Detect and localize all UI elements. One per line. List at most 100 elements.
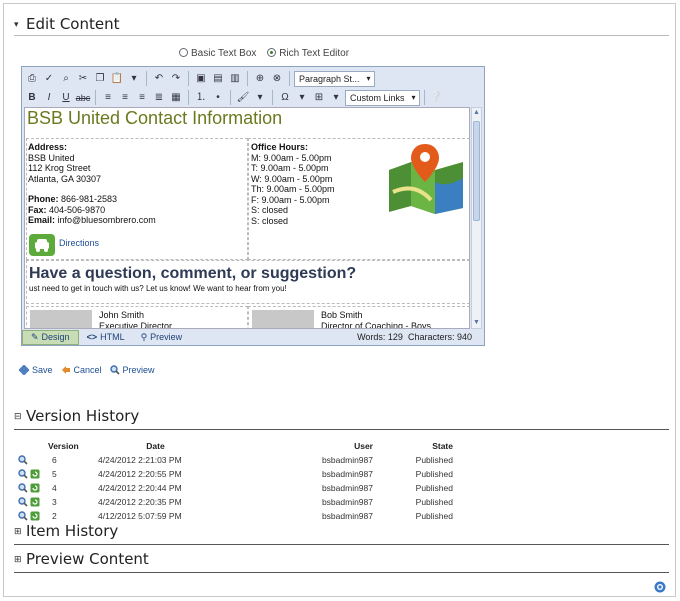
mode-rich-option[interactable]: Rich Text Editor [267,48,349,59]
divider [14,544,669,545]
restore-icon[interactable] [30,497,40,507]
help-icon[interactable] [654,581,666,593]
editor-scrollbar[interactable]: ▲ ▼ [471,107,482,329]
email-label: Email: [28,215,56,225]
hours-line: W: 9.00am - 5.00pm [251,173,333,184]
row-actions [18,495,48,509]
link-icon[interactable]: ⊕ [252,71,268,87]
align-center-icon[interactable]: ≡ [117,90,133,106]
user-cell: bsbadmin987 [321,469,373,479]
strikethrough-icon[interactable]: abc [75,90,91,106]
doc-heading: BSB United Contact Information [27,108,283,128]
divider [14,429,669,430]
magnifier-icon[interactable] [18,469,28,479]
table-dropdown-icon[interactable]: ▾ [328,90,344,106]
print-icon[interactable]: ⎙ [24,71,40,87]
item-history-title[interactable]: ⊞ Item History [14,522,118,540]
magnifier-icon[interactable] [18,497,28,507]
column-header: User [354,441,373,451]
hours-block: Office Hours: M: 9.00am - 5.00pm T: 9.00… [251,142,335,226]
hours-line: Th: 9.00am - 5.00pm [251,184,335,194]
toolbar-separator [423,90,425,105]
redo-icon[interactable]: ↷ [168,71,184,87]
italic-icon[interactable]: I [41,90,57,106]
contact1-block: John Smith Executive Director [99,310,172,328]
address-line: 112 Krog Street [28,163,91,173]
restore-icon[interactable] [30,469,40,479]
directions-link[interactable]: Directions [59,238,99,248]
unlink-icon[interactable]: ⊗ [269,71,285,87]
state-cell: Published [415,469,453,479]
design-tab[interactable]: ✎ Design [22,329,79,345]
format-stripper-dropdown-icon[interactable]: ▾ [252,90,268,106]
preview-tab[interactable]: ⚲ Preview [133,330,191,345]
preview-button[interactable]: Preview [109,365,155,375]
remove-alignment-icon[interactable]: ▦ [168,90,184,106]
expand-icon[interactable]: ⊞ [14,527,24,537]
version-history-table: Version Date User State 6 4/24/2012 2:21:… [18,439,453,523]
collapse-icon[interactable]: ⊟ [14,412,24,422]
fax-label: Fax: [28,204,47,215]
editor-content-area[interactable]: BSB United Contact Information Address: … [24,107,470,329]
radio-basic[interactable] [179,48,188,57]
special-chars-dropdown-icon[interactable]: ▾ [294,90,310,106]
date-cell: 4/24/2012 2:20:44 PM [98,483,182,493]
column-header: Date [146,441,165,451]
find-icon[interactable]: ⌕ [58,71,74,87]
preview-content-title[interactable]: ⊞ Preview Content [14,550,149,568]
scroll-up-icon[interactable]: ▲ [472,108,481,118]
edit-content-title[interactable]: ▾ Edit Content [14,15,119,33]
magnifier-icon[interactable] [18,483,28,493]
magnifier-icon: ⚲ [140,331,148,342]
restore-icon[interactable] [30,483,40,493]
date-cell: 4/24/2012 2:20:55 PM [98,469,182,479]
html-tab[interactable]: <> HTML [79,330,133,345]
cut-icon[interactable]: ✂ [75,71,91,87]
magnifier-icon[interactable] [18,455,28,465]
justify-icon[interactable]: ≣ [151,90,167,106]
expand-icon[interactable]: ⊞ [14,555,24,565]
scroll-down-icon[interactable]: ▼ [472,318,481,328]
restore-icon[interactable] [30,511,40,521]
user-cell: bsbadmin987 [321,483,373,493]
custom-links-dropdown[interactable]: Custom Links [345,89,420,106]
document-manager-icon[interactable]: ▥ [227,71,243,87]
toolbar-separator [247,71,248,86]
scroll-thumb[interactable] [473,121,480,221]
underline-icon[interactable]: U [58,90,74,106]
flash-manager-icon[interactable]: ▤ [210,71,226,87]
paste-icon[interactable]: 📋 [109,71,125,87]
toolbar-separator [146,71,147,86]
format-stripper-icon[interactable]: 🖌 [235,90,251,106]
version-history-title[interactable]: ⊟ Version History [14,407,139,425]
cancel-button[interactable]: Cancel [61,365,102,375]
word-count: Words: 129 Characters: 940 [357,332,472,342]
bullet-list-icon[interactable]: • [210,90,226,106]
magnifier-icon[interactable] [18,511,28,521]
paragraph-style-dropdown[interactable]: Paragraph St... [294,70,375,87]
row-actions [18,453,48,467]
address-line: Atlanta, GA 30307 [28,173,102,184]
help-icon[interactable]: ❔ [429,90,445,106]
radio-rich[interactable] [267,48,277,57]
table-row: 5 4/24/2012 2:20:55 PM bsbadmin987 Publishe… [18,467,453,481]
paste-options-icon[interactable]: ▾ [126,71,142,87]
undo-icon[interactable]: ↶ [151,71,167,87]
save-button[interactable]: Save [19,365,53,375]
map-pin-icon [389,144,463,214]
align-right-icon[interactable]: ≡ [134,90,150,106]
image-manager-icon[interactable]: ▣ [193,71,209,87]
save-icon [19,365,29,375]
spellcheck-icon[interactable]: ✓ [41,71,57,87]
numbered-list-icon[interactable]: ⒈ [193,90,209,106]
align-left-icon[interactable]: ≡ [100,90,116,106]
mode-basic-option[interactable]: Basic Text Box [179,48,256,59]
contact2-title: Director of Coaching - Boys [321,320,432,329]
bold-icon[interactable]: B [24,90,40,106]
special-chars-icon[interactable]: Ω [277,90,293,106]
phone-value: 866-981-2583 [61,194,118,204]
question-subtext: ust need to get in touch with us? Let us… [29,284,287,293]
copy-icon[interactable]: ❐ [92,71,108,87]
table-icon[interactable]: ⊞ [311,90,327,106]
collapse-icon[interactable]: ▾ [14,20,24,30]
